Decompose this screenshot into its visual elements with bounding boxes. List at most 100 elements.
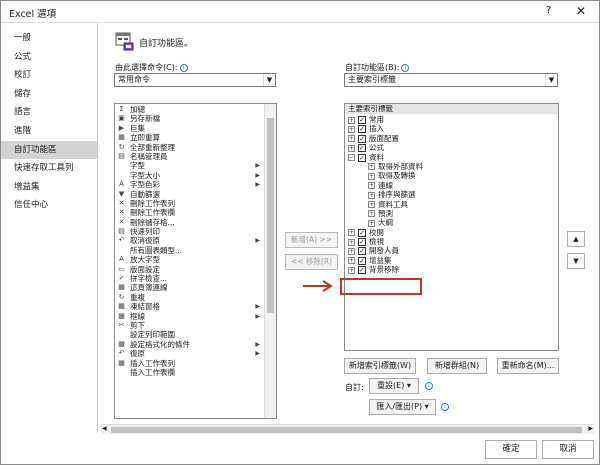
command-item[interactable]: ▦ 插入工作表列 — [115, 359, 276, 368]
sidebar-item[interactable]: 自訂功能區 — [1, 140, 97, 160]
sidebar-item[interactable]: 進階 — [1, 122, 97, 141]
command-item[interactable]: ▤ 名稱管理員 — [115, 152, 276, 161]
choose-commands-combo[interactable]: 常用命令 ▼ — [114, 73, 276, 87]
ribbon-tree-item[interactable]: + 取得及轉換 — [348, 171, 558, 180]
command-item[interactable]: ✕ 刪除工作表欄 — [115, 208, 276, 217]
command-item[interactable]: A 放大字型 — [115, 255, 276, 264]
ribbon-tree-item[interactable]: + 預測 — [348, 209, 558, 218]
move-down-button[interactable]: ▼ — [567, 253, 585, 269]
new-tab-button[interactable]: 新增索引標籤(W) — [344, 358, 416, 374]
close-button[interactable]: ✕ — [576, 4, 586, 18]
checkbox[interactable]: ✓ — [358, 153, 366, 162]
remove-button[interactable]: << 移除(R) — [285, 254, 338, 270]
move-up-button[interactable]: ▲ — [567, 231, 585, 247]
command-item[interactable]: ▭ 版面設定 — [115, 265, 276, 274]
command-item[interactable]: ↶ 復原 ▶ — [115, 349, 276, 358]
reset-button[interactable]: 重設(E) ▾ — [369, 378, 419, 394]
expander-icon[interactable]: + — [368, 191, 375, 199]
expander-icon[interactable]: + — [348, 125, 355, 133]
ribbon-tree-item[interactable]: + ✓ 插入 — [348, 124, 558, 134]
scroll-right-icon[interactable]: ▶ — [588, 425, 593, 432]
scroll-left-icon[interactable]: ◀ — [102, 425, 107, 432]
sidebar-item[interactable]: 儲存 — [1, 85, 97, 104]
info-icon[interactable]: i — [401, 63, 410, 72]
ribbon-tree-item[interactable]: + ✓ 常用 — [348, 115, 558, 124]
ribbon-tree-item[interactable]: + ✓ 版面配置 — [348, 134, 558, 143]
commands-list[interactable]: Σ 加總 ▣ 另存新檔 ▶ 巨集 ▦ 立即重算 ↻ 全部重新整理 ▤ 名稱管理員 字型 ▶ 字型大小 ▶ A 字型… — [114, 103, 277, 419]
ribbon-tree-item[interactable]: − ✓ 資料 — [348, 153, 558, 162]
ribbon-tree-item[interactable]: + ✓ 校閱 — [348, 228, 558, 237]
info-icon[interactable]: i — [425, 382, 433, 390]
command-item[interactable]: ▶ 巨集 — [115, 124, 276, 133]
command-item[interactable]: ▦ 框線 ▶ — [115, 312, 276, 321]
expander-icon[interactable]: + — [348, 116, 355, 124]
ribbon-tree-item[interactable]: + ✓ 檢視 — [348, 237, 558, 247]
expander-icon[interactable]: + — [368, 172, 375, 180]
expander-icon[interactable]: − — [348, 154, 355, 162]
scroll-thumb[interactable] — [111, 427, 582, 433]
command-item[interactable]: Σ 加總 — [115, 105, 276, 114]
ribbon-tree-item[interactable]: + 資料工具 — [348, 200, 558, 209]
command-item[interactable]: ✂ 剪下 — [115, 321, 276, 330]
expander-icon[interactable]: + — [348, 229, 355, 237]
ribbon-tree-item[interactable]: + 連線 — [348, 181, 558, 190]
ribbon-tree-item[interactable]: + 取得外部資料 — [348, 162, 558, 171]
expander-icon[interactable]: + — [348, 238, 355, 246]
expander-icon[interactable]: + — [368, 163, 375, 171]
expander-icon[interactable]: + — [368, 201, 375, 209]
command-item[interactable]: ↻ 重複 — [115, 293, 276, 302]
command-item[interactable]: ▦ 設定格式化的條件 ▶ — [115, 340, 276, 349]
checkbox[interactable]: ✓ — [358, 134, 366, 143]
sidebar-item[interactable]: 校訂 — [1, 66, 97, 85]
sidebar-item[interactable]: 一般 — [1, 29, 97, 48]
info-icon[interactable]: i — [179, 63, 188, 72]
help-button[interactable]: ? — [546, 5, 551, 16]
checkbox[interactable]: ✓ — [358, 125, 366, 134]
expander-icon[interactable]: + — [368, 210, 375, 218]
checkbox[interactable]: ✓ — [358, 144, 366, 153]
customize-ribbon-combo[interactable]: 主要索引標籤 ▼ — [344, 73, 558, 87]
command-item[interactable]: 字型 ▶ — [115, 161, 276, 170]
sidebar-item[interactable]: 公式 — [1, 48, 97, 67]
expander-icon[interactable]: + — [368, 182, 375, 190]
command-item[interactable]: ▣ 另存新檔 — [115, 114, 276, 123]
sidebar-item[interactable]: 語言 — [1, 103, 97, 122]
expander-icon[interactable]: + — [348, 247, 355, 255]
rename-button[interactable]: 重新命名(M)... — [497, 358, 559, 374]
chevron-down-icon[interactable]: ▼ — [545, 74, 557, 86]
command-item[interactable]: ↻ 全部重新整理 — [115, 143, 276, 152]
command-item[interactable]: 插入工作表欄 — [115, 368, 276, 377]
cancel-button[interactable]: 取消 — [542, 440, 594, 459]
command-item[interactable]: A 字型色彩 ▶ — [115, 180, 276, 189]
horizontal-scrollbar[interactable]: ◀ ▶ — [101, 424, 594, 434]
command-item[interactable]: ▦ 凍結窗格 ▶ — [115, 302, 276, 311]
expander-icon[interactable]: + — [348, 135, 355, 143]
checkbox[interactable]: ✓ — [358, 116, 366, 124]
command-item[interactable]: ✓ 拼字檢查... — [115, 274, 276, 283]
checkbox[interactable]: ✓ — [358, 247, 366, 256]
ribbon-tree-item[interactable]: + 大綱 — [348, 218, 558, 227]
command-item[interactable]: ▦ 這頁簿連線 — [115, 283, 276, 292]
command-item[interactable]: ▦ 立即重算 — [115, 133, 276, 142]
sidebar-item[interactable]: 增益集 — [1, 178, 97, 197]
add-button[interactable]: 新增(A) >> — [285, 232, 338, 248]
ribbon-tabs-tree[interactable]: 主要索引標籤 + ✓ 常用 + ✓ 插入 + ✓ 版面配置 + ✓ 公式 − ✓ 資料 + 取得外部資料 + 取得及… — [344, 103, 559, 351]
commands-scrollbar[interactable] — [264, 104, 276, 418]
info-icon[interactable]: i — [441, 403, 449, 411]
ribbon-tree-item[interactable]: + ✓ 公式 — [348, 143, 558, 153]
command-item[interactable]: 設定列印範圍 — [115, 330, 276, 339]
expander-icon[interactable]: + — [368, 219, 375, 227]
expander-icon[interactable]: + — [348, 257, 355, 265]
expander-icon[interactable]: + — [348, 266, 355, 274]
command-item[interactable]: 所有圖表類型... — [115, 246, 276, 255]
new-group-button[interactable]: 新增群組(N) — [427, 358, 487, 374]
expander-icon[interactable]: + — [348, 144, 355, 152]
ribbon-tree-item[interactable]: + ✓ 背景移除 — [348, 265, 558, 275]
command-item[interactable]: ✕ 刪除工作表列 — [115, 199, 276, 208]
chevron-down-icon[interactable]: ▼ — [263, 74, 275, 86]
ribbon-tree-item[interactable]: + ✓ 增益集 — [348, 256, 558, 265]
checkbox[interactable]: ✓ — [358, 266, 366, 275]
command-item[interactable]: 字型大小 ▶ — [115, 171, 276, 180]
ribbon-tree-item[interactable]: + 排序與篩選 — [348, 190, 558, 199]
checkbox[interactable]: ✓ — [358, 238, 366, 247]
